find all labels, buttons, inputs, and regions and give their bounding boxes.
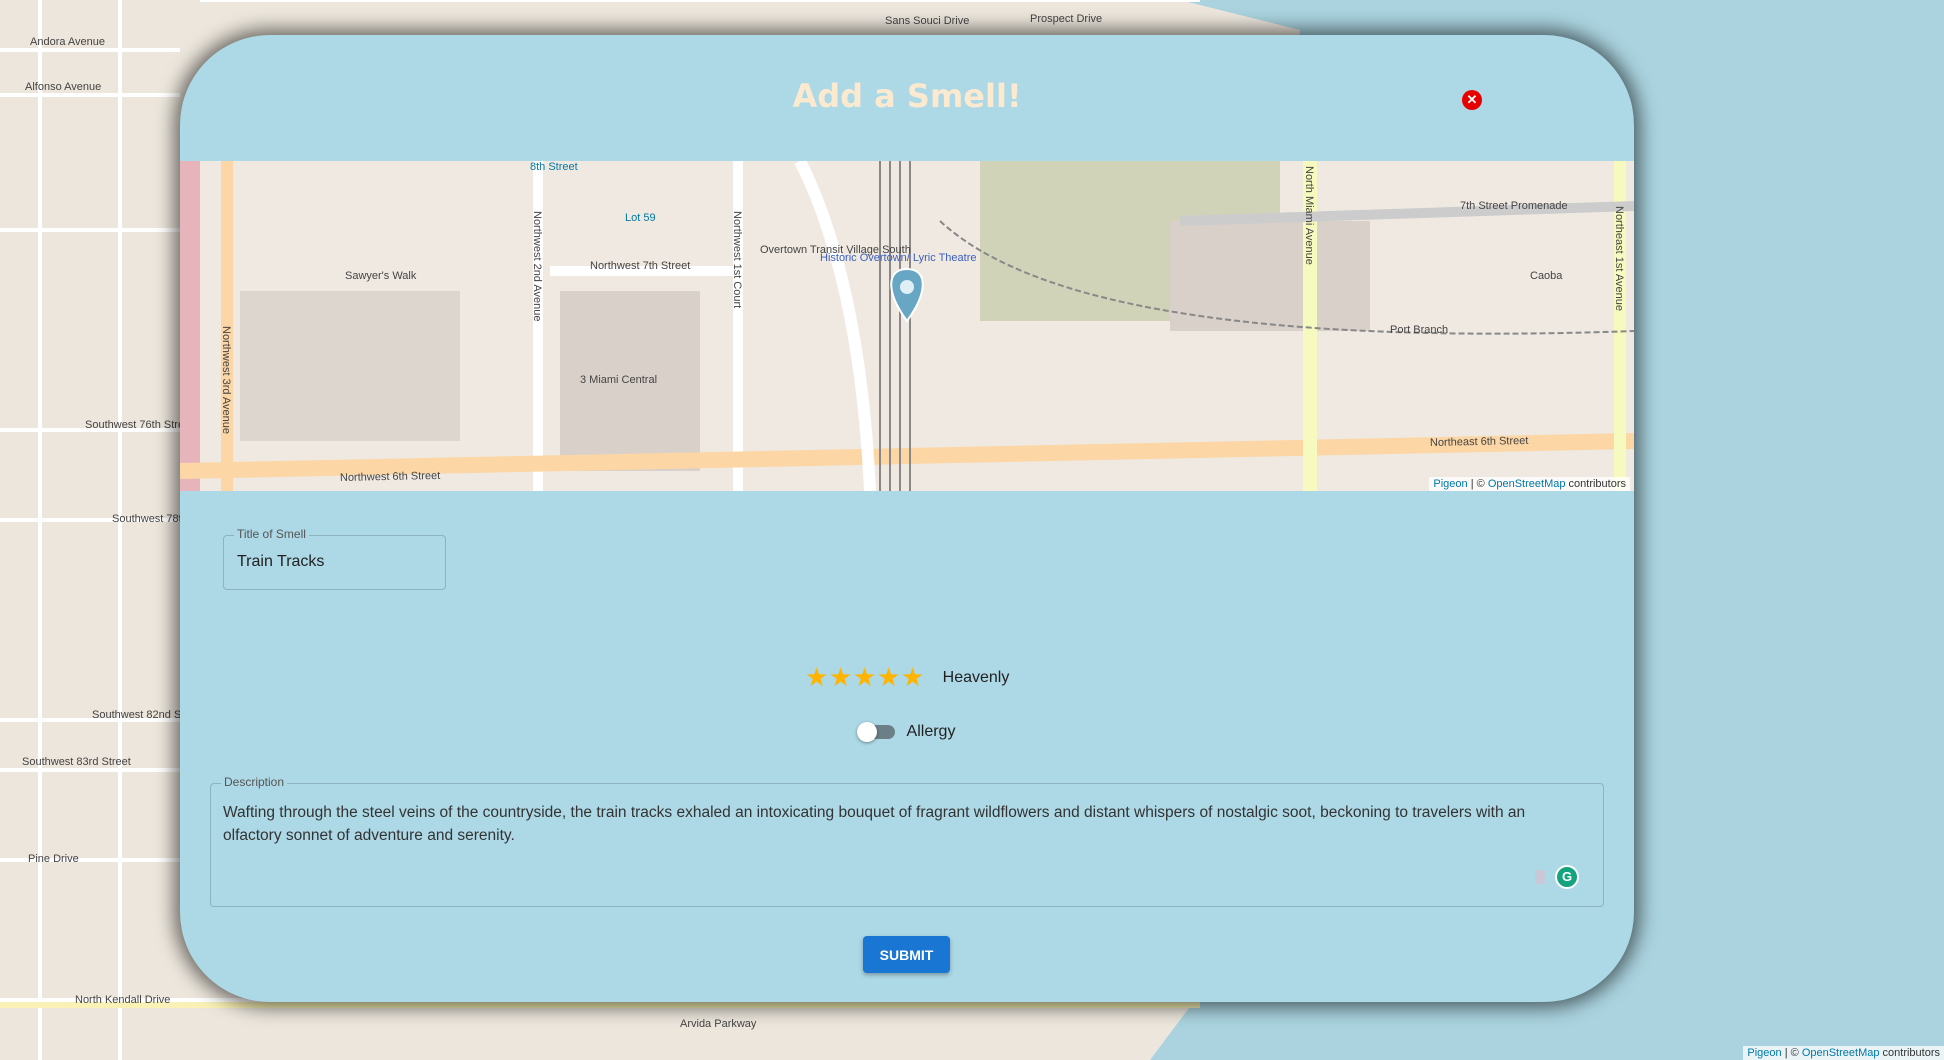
osm-link[interactable]: OpenStreetMap — [1802, 1047, 1880, 1059]
allergy-label: Allergy — [906, 723, 956, 740]
map-label: North Miami Avenue — [1303, 166, 1315, 265]
allergy-toggle[interactable] — [856, 722, 895, 742]
bg-label: Southwest 76th Street — [85, 419, 193, 431]
star-icon[interactable]: ★ — [853, 662, 877, 693]
map-label: Historic Overtown/ Lyric Theatre — [820, 252, 977, 264]
map-label: Lot 59 — [625, 212, 656, 224]
star-icon[interactable]: ★ — [901, 662, 925, 693]
map-label: 8th Street — [530, 161, 578, 173]
map-label: Northeast 6th Street — [1430, 435, 1529, 449]
add-smell-modal: Add a Smell! ✕ Northwest 7th Street Nort… — [180, 35, 1634, 1002]
map-attribution: Pigeon | © OpenStreetMap contributors — [1429, 477, 1630, 491]
map-label: Northwest 7th Street — [590, 260, 690, 272]
map-label: 7th Street Promenade — [1460, 200, 1568, 212]
map-label: Sawyer's Walk — [345, 270, 417, 282]
rating-label: Heavenly — [942, 668, 1010, 686]
grammarly-icon[interactable]: G — [1555, 865, 1579, 889]
bg-label: Andora Avenue — [30, 36, 105, 48]
osm-link[interactable]: OpenStreetMap — [1488, 478, 1566, 490]
rating: ★ ★ ★ ★ ★ Heavenly — [180, 662, 1634, 693]
map-label: Port Branch — [1390, 324, 1448, 336]
bg-label: Southwest 78th — [112, 513, 188, 525]
star-icon[interactable]: ★ — [805, 662, 829, 693]
pigeon-link[interactable]: Pigeon — [1747, 1047, 1781, 1059]
bg-label: Southwest 83rd Street — [22, 756, 131, 768]
title-label: Title of Smell — [234, 527, 309, 541]
map-label: Northwest 2nd Avenue — [531, 211, 543, 321]
map-label: Northwest 3rd Avenue — [220, 326, 232, 434]
bg-label: Sans Souci Drive — [885, 15, 969, 27]
attribution-rest: contributors — [1879, 1047, 1940, 1059]
pigeon-link[interactable]: Pigeon — [1433, 478, 1467, 490]
description-value: Wafting through the steel veins of the c… — [223, 804, 1526, 844]
title-value: Train Tracks — [237, 553, 325, 570]
submit-button[interactable]: SUBMIT — [863, 936, 950, 973]
map-label: Northeast 1st Avenue — [1613, 206, 1625, 311]
bg-label: Alfonso Avenue — [25, 81, 101, 93]
map-label: Caoba — [1530, 270, 1563, 282]
map-label: Northwest 6th Street — [340, 470, 441, 484]
star-icon[interactable]: ★ — [877, 662, 901, 693]
description-textarea[interactable]: Description Wafting through the steel ve… — [210, 775, 1604, 907]
star-icon[interactable]: ★ — [829, 662, 853, 693]
allergy-toggle-row: Allergy — [180, 722, 1634, 742]
attribution-rest: contributors — [1565, 478, 1626, 490]
bg-label: Prospect Drive — [1030, 13, 1102, 25]
extension-icon[interactable] — [1535, 870, 1545, 884]
map-label: 3 Miami Central — [580, 374, 657, 386]
close-circle-icon[interactable]: ✕ — [1462, 90, 1482, 110]
modal-title: Add a Smell! — [792, 77, 1022, 115]
location-map[interactable]: Northwest 7th Street Northwest 6th Stree… — [180, 161, 1634, 491]
attribution-sep: | © — [1781, 1047, 1802, 1059]
description-label: Description — [221, 775, 288, 789]
bg-label: Pine Drive — [28, 853, 79, 865]
bg-label: Arvida Parkway — [680, 1018, 757, 1030]
title-input[interactable]: Title of Smell Train Tracks — [223, 527, 446, 590]
background-map-attribution: Pigeon | © OpenStreetMap contributors — [1743, 1046, 1944, 1060]
toggle-thumb[interactable] — [856, 722, 877, 742]
attribution-sep: | © — [1467, 478, 1488, 490]
map-label: Northwest 1st Court — [731, 211, 743, 308]
bg-label: North Kendall Drive — [75, 994, 170, 1006]
